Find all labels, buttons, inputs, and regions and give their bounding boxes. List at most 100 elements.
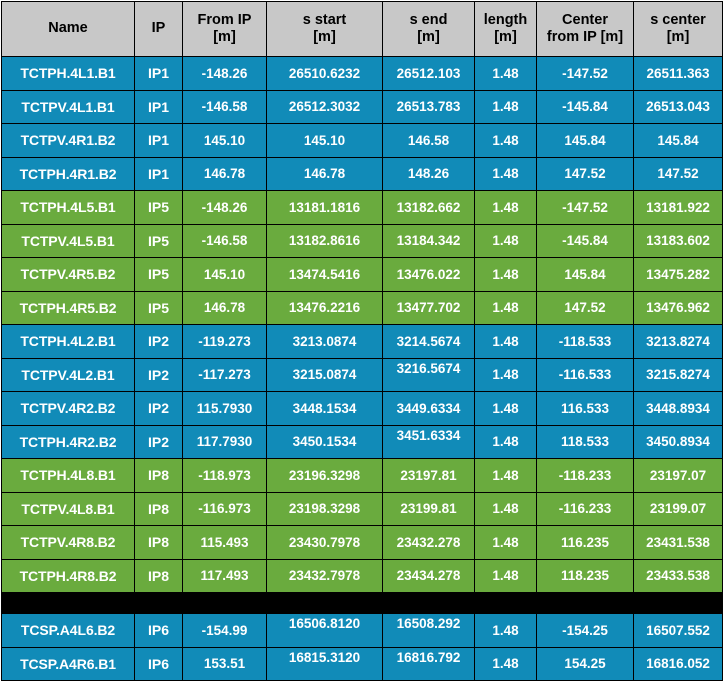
cell-s-end: 3216.5674	[382, 357, 475, 392]
cell-center-from-ip: -118.533	[536, 324, 634, 359]
cell-s-center: 13475.282	[633, 257, 723, 292]
cell-length: 1.48	[474, 491, 537, 526]
cell-s-start: 3448.1534	[266, 391, 383, 426]
column-header-s-center[interactable]: s center [m]	[633, 1, 723, 57]
cell-name: TCTPH.4R1.B2	[1, 156, 135, 191]
cell-s-start: 13181.1816	[266, 190, 383, 225]
cell-s-center: 16816.052	[633, 646, 723, 681]
cell-length: 1.48	[474, 156, 537, 191]
cell-s-end: 13182.662	[382, 190, 475, 225]
cell-ip: IP5	[134, 290, 183, 325]
collimator-table: Name IP From IP [m] s start [m] s end [m] length…	[1, 1, 723, 681]
cell-s-start: 16506.8120	[266, 613, 383, 648]
column-header-name[interactable]: Name	[1, 1, 135, 57]
cell-length: 1.48	[474, 56, 537, 91]
cell-s-start: 23432.7978	[266, 558, 383, 593]
cell-s-start: 13474.5416	[266, 257, 383, 292]
cell-from-ip: -117.273	[182, 357, 267, 392]
column-header-title: length	[483, 11, 528, 28]
cell-s-center: 147.52	[633, 156, 723, 191]
table-row[interactable]: TCTPV.4R2.B2 IP2 115.7930 3448.1534 3449.633…	[1, 391, 723, 426]
table-row[interactable]: TCTPV.4L1.B1 IP1 -146.58 26512.3032 26513.78…	[1, 89, 723, 124]
cell-center-from-ip: 116.235	[536, 525, 634, 560]
cell-name: TCTPV.4R8.B2	[1, 525, 135, 560]
table-row[interactable]: TCTPH.4L2.B1 IP2 -119.273 3213.0874 3214.567…	[1, 324, 723, 359]
cell-s-end: 23199.81	[382, 491, 475, 526]
cell-name: TCSP.A4R6.B1	[1, 646, 135, 681]
table-row[interactable]: TCTPH.4R5.B2 IP5 146.78 13476.2216 13477.702…	[1, 290, 723, 325]
cell-s-start: 16815.3120	[266, 646, 383, 681]
cell-center-from-ip: -154.25	[536, 613, 634, 648]
cell-name: TCTPH.4L8.B1	[1, 458, 135, 493]
cell-s-center: 3215.8274	[633, 357, 723, 392]
cell-s-start: 13476.2216	[266, 290, 383, 325]
cell-name: TCSP.A4L6.B2	[1, 613, 135, 648]
cell-center-from-ip: 147.52	[536, 156, 634, 191]
column-header-unit: from IP [m]	[546, 29, 624, 45]
cell-center-from-ip: -145.84	[536, 89, 634, 124]
table-row[interactable]: TCSP.A4L6.B2 IP6 -154.99 16506.8120 16508.29…	[1, 613, 723, 648]
table-row[interactable]: TCTPH.4L1.B1 IP1 -148.26 26510.6232 26512.10…	[1, 56, 723, 91]
table-row[interactable]: TCTPV.4L8.B1 IP8 -116.973 23198.3298 23199.8…	[1, 491, 723, 526]
column-header-title: From IP	[197, 11, 252, 28]
cell-ip: IP1	[134, 156, 183, 191]
table-row[interactable]: TCTPH.4R2.B2 IP2 117.7930 3450.1534 3451.633…	[1, 424, 723, 459]
cell-s-start: 26512.3032	[266, 89, 383, 124]
cell-from-ip: 145.10	[182, 257, 267, 292]
cell-length: 1.48	[474, 357, 537, 392]
table-row[interactable]: TCTPV.4R5.B2 IP5 145.10 13474.5416 13476.022…	[1, 257, 723, 292]
cell-ip: IP8	[134, 458, 183, 493]
cell-name: TCTPV.4L1.B1	[1, 89, 135, 124]
cell-name: TCTPH.4R5.B2	[1, 290, 135, 325]
cell-from-ip: 115.493	[182, 525, 267, 560]
cell-ip: IP2	[134, 391, 183, 426]
cell-s-end: 23434.278	[382, 558, 475, 593]
cell-length: 1.48	[474, 525, 537, 560]
cell-ip: IP2	[134, 324, 183, 359]
column-header-from-ip[interactable]: From IP [m]	[182, 1, 267, 57]
table-row[interactable]: TCTPV.4L2.B1 IP2 -117.273 3215.0874 3216.567…	[1, 357, 723, 392]
column-header-center[interactable]: Center from IP [m]	[536, 1, 634, 57]
column-header-title: Center	[562, 11, 608, 28]
cell-s-end: 16508.292	[382, 613, 475, 648]
cell-s-start: 23430.7978	[266, 525, 383, 560]
table-header: Name IP From IP [m] s start [m] s end [m] length…	[1, 1, 723, 57]
cell-from-ip: 146.78	[182, 156, 267, 191]
cell-s-center: 23199.07	[633, 491, 723, 526]
column-header-ip[interactable]: IP	[134, 1, 183, 57]
column-header-s-end[interactable]: s end [m]	[382, 1, 475, 57]
table-row[interactable]: TCSP.A4R6.B1 IP6 153.51 16815.3120 16816.792…	[1, 646, 723, 681]
cell-center-from-ip: 118.533	[536, 424, 634, 459]
cell-s-end: 13477.702	[382, 290, 475, 325]
cell-s-end: 3451.6334	[382, 424, 475, 459]
cell-center-from-ip: 145.84	[536, 257, 634, 292]
cell-name: TCTPH.4R8.B2	[1, 558, 135, 593]
table-row[interactable]: TCTPH.4R8.B2 IP8 117.493 23432.7978 23434.27…	[1, 558, 723, 593]
column-header-unit: [m]	[494, 29, 517, 45]
column-header-s-start[interactable]: s start [m]	[266, 1, 383, 57]
column-header-title: IP	[151, 20, 166, 37]
table-row[interactable]: TCTPV.4R1.B2 IP1 145.10 145.10 146.58 1.48 145…	[1, 123, 723, 158]
cell-from-ip: 115.7930	[182, 391, 267, 426]
cell-center-from-ip: -147.52	[536, 56, 634, 91]
table-row[interactable]: TCTPV.4R8.B2 IP8 115.493 23430.7978 23432.27…	[1, 525, 723, 560]
cell-s-start: 13182.8616	[266, 223, 383, 258]
table-row[interactable]: TCTPV.4L5.B1 IP5 -146.58 13182.8616 13184.34…	[1, 223, 723, 258]
cell-s-end: 13476.022	[382, 257, 475, 292]
cell-length: 1.48	[474, 123, 537, 158]
table-row[interactable]: TCTPH.4L8.B1 IP8 -118.973 23196.3298 23197.8…	[1, 458, 723, 493]
cell-s-center: 13476.962	[633, 290, 723, 325]
section-separator-row	[1, 592, 723, 614]
cell-center-from-ip: -118.233	[536, 458, 634, 493]
table-row[interactable]: TCTPH.4R1.B2 IP1 146.78 146.78 148.26 1.48 147…	[1, 156, 723, 191]
cell-from-ip: -146.58	[182, 223, 267, 258]
cell-name: TCTPV.4L8.B1	[1, 491, 135, 526]
cell-center-from-ip: 118.235	[536, 558, 634, 593]
cell-s-center: 26513.043	[633, 89, 723, 124]
table-row[interactable]: TCTPH.4L5.B1 IP5 -148.26 13181.1816 13182.66…	[1, 190, 723, 225]
cell-s-start: 3215.0874	[266, 357, 383, 392]
cell-s-end: 146.58	[382, 123, 475, 158]
cell-s-center: 145.84	[633, 123, 723, 158]
cell-ip: IP5	[134, 257, 183, 292]
column-header-length[interactable]: length [m]	[474, 1, 537, 57]
